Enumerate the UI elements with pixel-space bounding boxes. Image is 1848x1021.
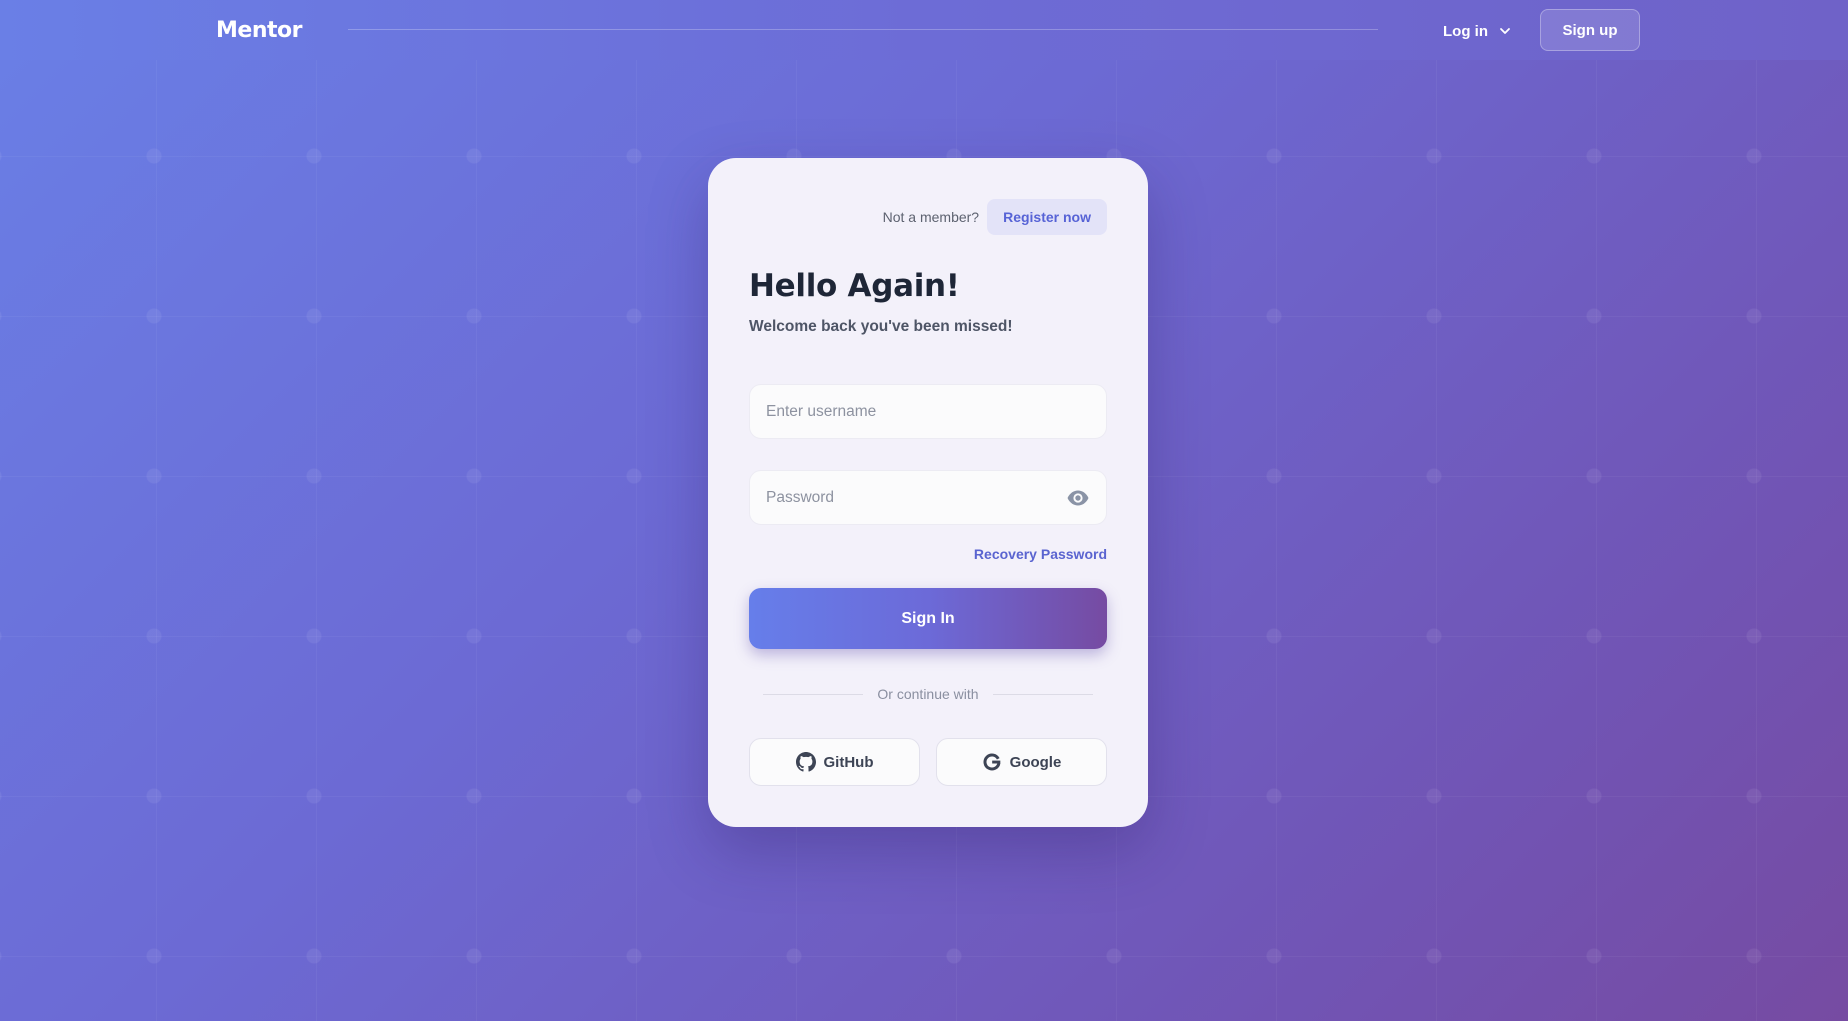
github-login-button[interactable]: GitHub: [749, 738, 920, 786]
google-icon: [983, 753, 1001, 771]
continue-divider: Or continue with: [763, 684, 1094, 704]
google-login-button[interactable]: Google: [936, 738, 1107, 786]
register-button[interactable]: Register now: [987, 199, 1107, 235]
top-navbar: Mentor Log in Sign up: [0, 0, 1848, 60]
username-input[interactable]: [766, 402, 1090, 421]
google-label: Google: [1009, 753, 1062, 771]
username-field[interactable]: [749, 384, 1107, 439]
password-input[interactable]: [766, 488, 1066, 507]
login-dropdown[interactable]: Log in: [1443, 20, 1512, 42]
page-title: Hello Again!: [749, 268, 960, 304]
header-divider: [348, 29, 1378, 30]
recovery-password-link[interactable]: Recovery Password: [974, 546, 1107, 562]
divider-line-right: [992, 693, 1094, 695]
chevron-down-icon: [1500, 28, 1510, 34]
page-subtitle: Welcome back you've been missed!: [749, 318, 1013, 335]
member-prompt-text: Not a member?: [882, 209, 980, 225]
github-label: GitHub: [823, 753, 874, 771]
eye-icon[interactable]: [1066, 486, 1090, 510]
password-field[interactable]: [749, 470, 1107, 525]
sign-in-button[interactable]: Sign In: [749, 588, 1107, 649]
signup-button[interactable]: Sign up: [1540, 9, 1640, 51]
member-prompt-row: Not a member? Register now: [883, 199, 1107, 235]
github-icon: [795, 752, 816, 772]
login-card: Not a member? Register now Hello Again! …: [708, 158, 1148, 827]
login-label: Log in: [1443, 22, 1488, 40]
divider-line-left: [763, 693, 864, 695]
logo[interactable]: Mentor: [216, 18, 302, 43]
divider-text: Or continue with: [877, 686, 979, 702]
